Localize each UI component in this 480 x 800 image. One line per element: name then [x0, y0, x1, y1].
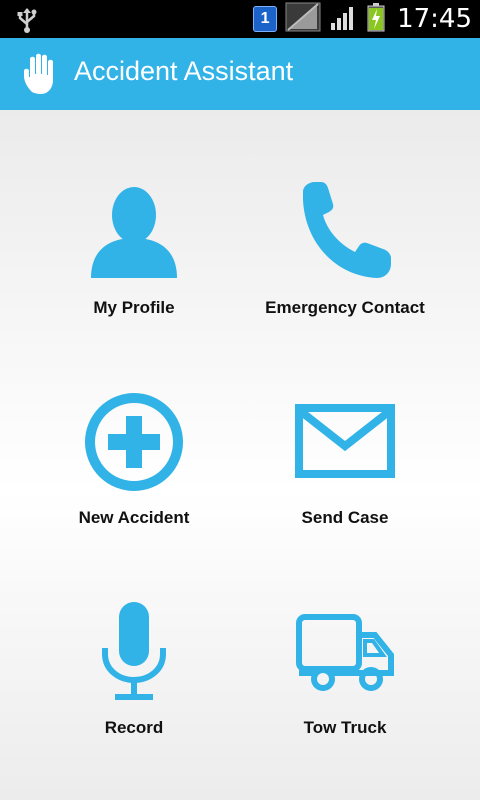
phone-icon — [295, 182, 395, 282]
plus-circle-icon — [84, 392, 184, 492]
menu-item-tow-truck[interactable]: Tow Truck — [225, 530, 465, 740]
usb-icon — [14, 7, 40, 38]
truck-icon — [295, 602, 395, 702]
envelope-icon — [295, 392, 395, 492]
menu-item-send-case[interactable]: Send Case — [225, 320, 465, 530]
menu-label: New Accident — [78, 508, 190, 527]
menu-label: Send Case — [301, 508, 389, 527]
battery-charging-icon — [367, 2, 385, 37]
menu-label: Tow Truck — [303, 718, 387, 737]
menu-label: My Profile — [93, 298, 175, 317]
app-title: Accident Assistant — [74, 56, 294, 86]
menu-item-new-accident[interactable]: New Accident — [14, 320, 254, 530]
microphone-icon — [99, 602, 169, 702]
notification-badge: 1 — [253, 6, 278, 32]
menu-item-my-profile[interactable]: My Profile — [14, 110, 254, 320]
status-time: 17:45 — [397, 4, 472, 34]
wifi-signal-icon — [285, 2, 321, 37]
menu-label: Emergency Contact — [265, 298, 425, 317]
status-icons: 1 17:45 — [253, 0, 472, 38]
hand-icon[interactable] — [22, 52, 62, 101]
main-menu-grid: My Profile Emergency Contact New Acciden… — [0, 110, 480, 800]
cell-signal-icon — [329, 3, 359, 36]
app-bar: Accident Assistant — [0, 38, 480, 110]
menu-label: Record — [104, 718, 164, 737]
person-icon — [89, 182, 179, 282]
menu-item-record[interactable]: Record — [14, 530, 254, 740]
menu-item-emergency-contact[interactable]: Emergency Contact — [225, 110, 465, 320]
status-bar: 1 17:45 — [0, 0, 480, 38]
